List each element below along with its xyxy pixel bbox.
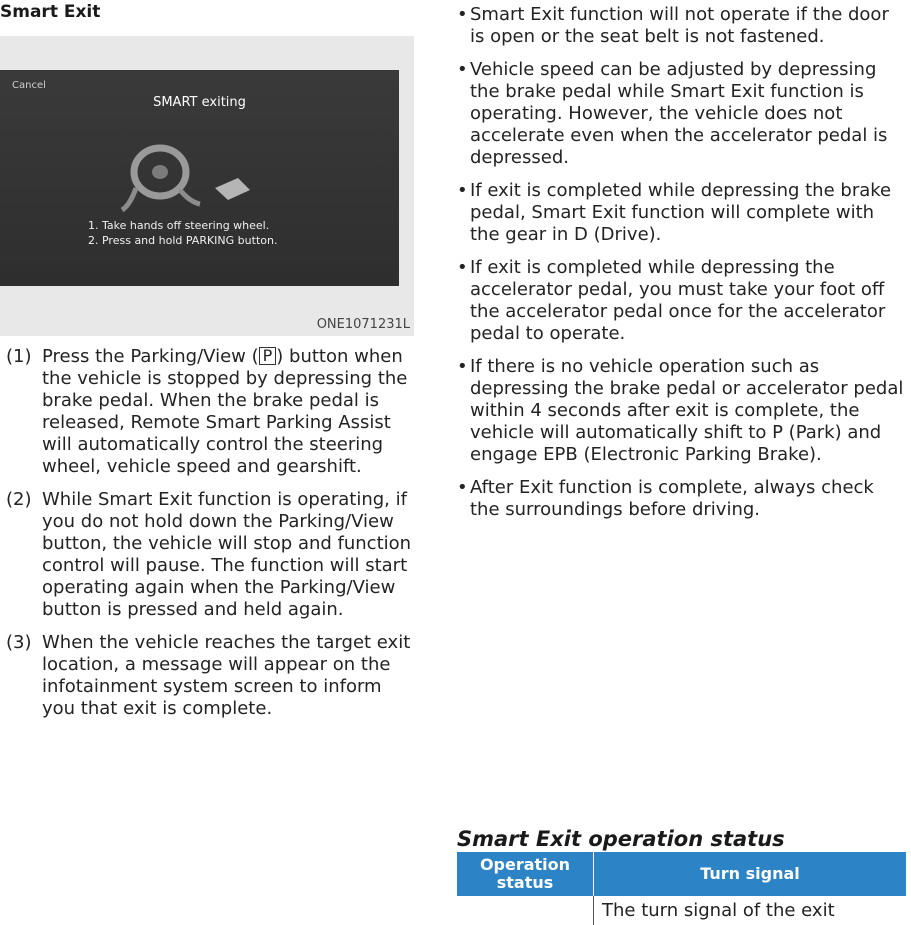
bullet-text: Vehicle speed can be adjusted by depress…	[470, 59, 888, 168]
infotainment-screen-image: Cancel SMART exiting 1. Take hands off s…	[0, 70, 399, 286]
figure: Cancel SMART exiting 1. Take hands off s…	[0, 36, 414, 336]
bullet-text: If exit is completed while depressing th…	[470, 257, 886, 344]
bullet-text: If exit is completed while depressing th…	[470, 180, 892, 245]
cancel-label: Cancel	[12, 80, 46, 91]
bullet-text: After Exit function is complete, always …	[470, 477, 874, 520]
screen-instructions: 1. Take hands off steering wheel. 2. Pre…	[88, 218, 277, 248]
section-title: Smart Exit operation status	[457, 827, 785, 851]
bullet-text: If there is no vehicle operation such as…	[470, 356, 904, 465]
item-text: Press the Parking/View (P) button when t…	[42, 346, 408, 477]
list-item: (3) When the vehicle reaches the target …	[0, 632, 420, 720]
bullet-notes: • Smart Exit function will not operate if…	[457, 4, 907, 532]
status-table: Operation status Turn signal The turn si…	[457, 852, 907, 925]
table-header: Turn signal	[593, 852, 907, 896]
list-item: • If exit is completed while depressing t…	[457, 180, 907, 246]
screen-title: SMART exiting	[153, 95, 246, 110]
table-cell	[457, 896, 594, 925]
table-header: Operation status	[457, 852, 594, 896]
bullet-text: Smart Exit function will not operate if …	[470, 4, 889, 47]
item-text: While Smart Exit function is operating, …	[42, 489, 412, 620]
item-text: When the vehicle reaches the target exit…	[42, 632, 411, 719]
list-item: • After Exit function is complete, always…	[457, 477, 907, 521]
item-number: (1)	[6, 346, 32, 367]
section-heading: Smart Exit	[0, 2, 101, 22]
item-number: (3)	[6, 632, 32, 653]
list-item: • Smart Exit function will not operate if…	[457, 4, 907, 48]
table-cell: The turn signal of the exit	[593, 896, 907, 925]
figure-code: ONE1071231L	[316, 317, 410, 332]
parking-view-button-icon: P	[258, 347, 277, 365]
numbered-steps: (1) Press the Parking/View (P) button wh…	[0, 346, 420, 731]
list-item: (2) While Smart Exit function is operati…	[0, 489, 420, 621]
instruction-line: 1. Take hands off steering wheel.	[88, 219, 270, 232]
item-number: (2)	[6, 489, 32, 510]
list-item: (1) Press the Parking/View (P) button wh…	[0, 346, 420, 478]
steering-wheel-icon	[120, 144, 250, 213]
instruction-line: 2. Press and hold PARKING button.	[88, 234, 278, 247]
list-item: • If there is no vehicle operation such a…	[457, 356, 907, 466]
list-item: • Vehicle speed can be adjusted by depres…	[457, 59, 907, 169]
list-item: • If exit is completed while depressing t…	[457, 257, 907, 345]
table-row: The turn signal of the exit	[457, 896, 907, 925]
